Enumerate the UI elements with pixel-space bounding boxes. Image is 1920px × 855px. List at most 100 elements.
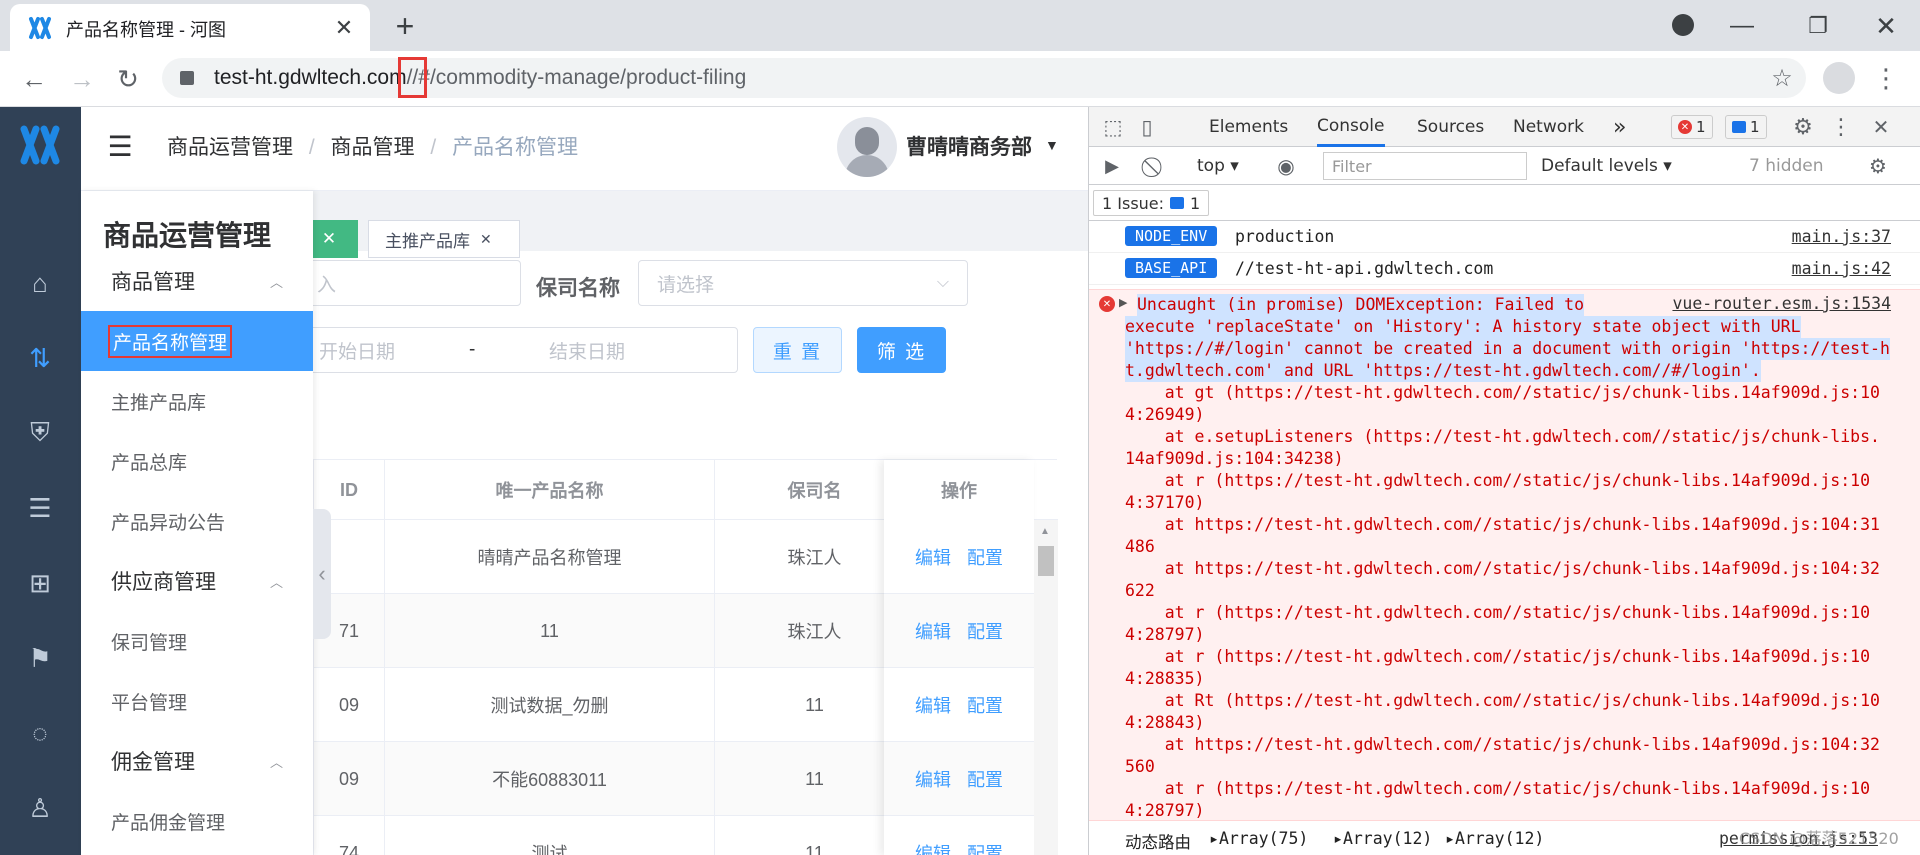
home-icon[interactable]: ⌂ <box>22 265 58 301</box>
tab-network[interactable]: Network <box>1513 107 1584 147</box>
device-toggle-icon[interactable]: ▯ <box>1133 113 1161 141</box>
more-tabs-icon[interactable]: » <box>1613 107 1626 147</box>
new-tab-button[interactable]: + <box>385 6 425 46</box>
restore-icon[interactable]: ❐ <box>1800 8 1836 44</box>
sidebar-item-label: 产品佣金管理 <box>111 812 226 834</box>
sidebar-collapse-handle[interactable]: ‹ <box>313 509 331 639</box>
chevron-down-icon[interactable]: ▼ <box>1045 137 1059 153</box>
console-error-message[interactable]: ✕ ▶ vue-router.esm.js:1534 Uncaught (in … <box>1089 289 1920 821</box>
edit-link[interactable]: 编辑 <box>915 544 951 570</box>
close-icon[interactable]: ✕ <box>480 231 492 248</box>
log-source-link[interactable]: main.js:42 <box>1792 259 1891 278</box>
sidebar-item[interactable]: 产品异动公告 <box>81 491 313 551</box>
tab-elements[interactable]: Elements <box>1209 107 1288 147</box>
inspect-icon[interactable]: ⬚ <box>1099 113 1127 141</box>
config-link[interactable]: 配置 <box>967 618 1003 644</box>
error-counter[interactable]: ✕ 1 <box>1671 115 1713 139</box>
gear-icon[interactable]: ⚙ <box>1865 153 1891 179</box>
ops-cell: 编辑 配置 <box>884 594 1034 668</box>
tab-search-icon[interactable] <box>1672 14 1694 36</box>
close-window-icon[interactable]: ✕ <box>1866 6 1906 46</box>
config-link[interactable]: 配置 <box>967 766 1003 792</box>
scroll-thumb[interactable] <box>1038 546 1054 576</box>
list-icon[interactable]: ☰ <box>22 490 58 526</box>
product-icon[interactable]: ⇅ <box>22 340 58 376</box>
edit-link[interactable]: 编辑 <box>915 692 951 718</box>
close-tab-icon[interactable]: ✕ <box>330 14 358 42</box>
bookmark-star-icon[interactable]: ☆ <box>1768 64 1796 92</box>
sidebar-item[interactable]: 产品总库 <box>81 431 313 491</box>
sidebar-item-label: 商品管理 <box>111 271 195 294</box>
date-sep: - <box>469 339 476 360</box>
lock-icon <box>180 71 194 85</box>
edit-link[interactable]: 编辑 <box>915 840 951 855</box>
flag-icon[interactable]: ⚑ <box>22 640 58 676</box>
message-icon[interactable]: ◌ <box>22 715 58 751</box>
breadcrumb-item[interactable]: 商品运营管理 <box>167 136 293 159</box>
browser-tab[interactable]: 产品名称管理 - 河图 ✕ <box>10 4 370 51</box>
message-counter[interactable]: 1 <box>1725 115 1767 139</box>
end-date[interactable]: 结束日期 <box>549 337 625 364</box>
kebab-menu-icon[interactable]: ⋮ <box>1827 113 1855 141</box>
context-select[interactable]: top ▾ <box>1197 156 1239 176</box>
scroll-up-icon[interactable]: ▲ <box>1040 526 1050 537</box>
shield-icon[interactable]: ⛨ <box>22 415 58 451</box>
avatar[interactable] <box>837 117 897 177</box>
sidebar-group[interactable]: 佣金管理 ︿ <box>81 731 313 791</box>
tab-sources[interactable]: Sources <box>1417 107 1484 147</box>
sidebar-group[interactable]: 商品管理 ︿ <box>81 251 313 311</box>
insurer-select[interactable]: 请选择 ⌵ <box>638 260 968 306</box>
tag-item[interactable]: 主推产品库 ✕ <box>368 220 520 258</box>
issues-button[interactable]: 1 Issue: 1 <box>1093 190 1210 216</box>
array-item[interactable]: ▸Array(75) <box>1209 829 1308 848</box>
log-source-link[interactable]: main.js:37 <box>1792 227 1891 246</box>
user-icon[interactable]: ♙ <box>22 790 58 826</box>
array-item[interactable]: ▸Array(12) <box>1445 829 1544 848</box>
filter-button[interactable]: 筛 选 <box>857 327 946 373</box>
back-icon[interactable]: ← <box>14 59 54 99</box>
sidebar-item-label: 佣金管理 <box>111 751 195 774</box>
sidebar-toggle-icon[interactable]: ▶ <box>1099 153 1125 179</box>
profile-avatar[interactable] <box>1823 62 1855 94</box>
sidebar-item[interactable]: 产品名称管理 <box>81 311 313 371</box>
minimize-icon[interactable]: — <box>1724 8 1760 44</box>
error-source-link[interactable]: vue-router.esm.js:1534 <box>1672 294 1891 313</box>
devtools-panel: ⬚ ▯ Elements Console Sources Network » ✕… <box>1088 107 1920 855</box>
apps-icon[interactable]: ⊞ <box>22 565 58 601</box>
close-devtools-icon[interactable]: ✕ <box>1867 113 1895 141</box>
browser-menu-icon[interactable]: ⋮ <box>1873 60 1899 96</box>
sidebar-item[interactable]: 主推产品库 <box>81 371 313 431</box>
eye-icon[interactable]: ◉ <box>1271 153 1301 179</box>
message-count: 1 <box>1750 118 1760 136</box>
clear-console-icon[interactable]: ⃠ <box>1143 153 1169 179</box>
tab-console[interactable]: Console <box>1317 107 1385 147</box>
config-link[interactable]: 配置 <box>967 840 1003 855</box>
expand-triangle-icon[interactable]: ▶ <box>1119 296 1127 309</box>
edit-link[interactable]: 编辑 <box>915 618 951 644</box>
hamburger-icon[interactable]: ☰ <box>105 131 135 162</box>
scrollbar[interactable]: ▲ <box>1034 520 1058 855</box>
config-link[interactable]: 配置 <box>967 544 1003 570</box>
config-link[interactable]: 配置 <box>967 692 1003 718</box>
sidebar-item[interactable]: 平台管理 <box>81 671 313 731</box>
sidebar-item[interactable]: 保司管理 <box>81 611 313 671</box>
name-input[interactable]: 入 <box>300 260 521 306</box>
gear-icon[interactable]: ⚙ <box>1789 113 1817 141</box>
date-range-picker[interactable]: 开始日期 - 结束日期 <box>300 327 738 373</box>
array-item[interactable]: ▸Array(12) <box>1333 829 1432 848</box>
url-input[interactable]: test-ht.gdwltech.com//#/commodity-manage… <box>162 57 1806 98</box>
levels-select[interactable]: Default levels ▾ <box>1541 156 1672 176</box>
sidebar-group[interactable]: 供应商管理 ︿ <box>81 551 313 611</box>
app-logo-icon[interactable] <box>16 121 64 169</box>
sidebar-item[interactable]: 产品佣金管理 <box>81 791 313 851</box>
console-filter-input[interactable]: Filter <box>1323 152 1527 180</box>
reload-icon[interactable]: ↻ <box>108 59 148 99</box>
user-name[interactable]: 曹晴晴商务部 <box>906 131 1032 161</box>
reset-button[interactable]: 重 置 <box>753 327 842 373</box>
forward-icon[interactable]: → <box>62 59 102 99</box>
start-date[interactable]: 开始日期 <box>319 337 395 364</box>
edit-link[interactable]: 编辑 <box>915 766 951 792</box>
watermark: CSDN @落落521520 <box>1739 829 1899 848</box>
breadcrumb-item[interactable]: 商品管理 <box>331 136 415 159</box>
cell-name: 11 <box>384 594 714 668</box>
